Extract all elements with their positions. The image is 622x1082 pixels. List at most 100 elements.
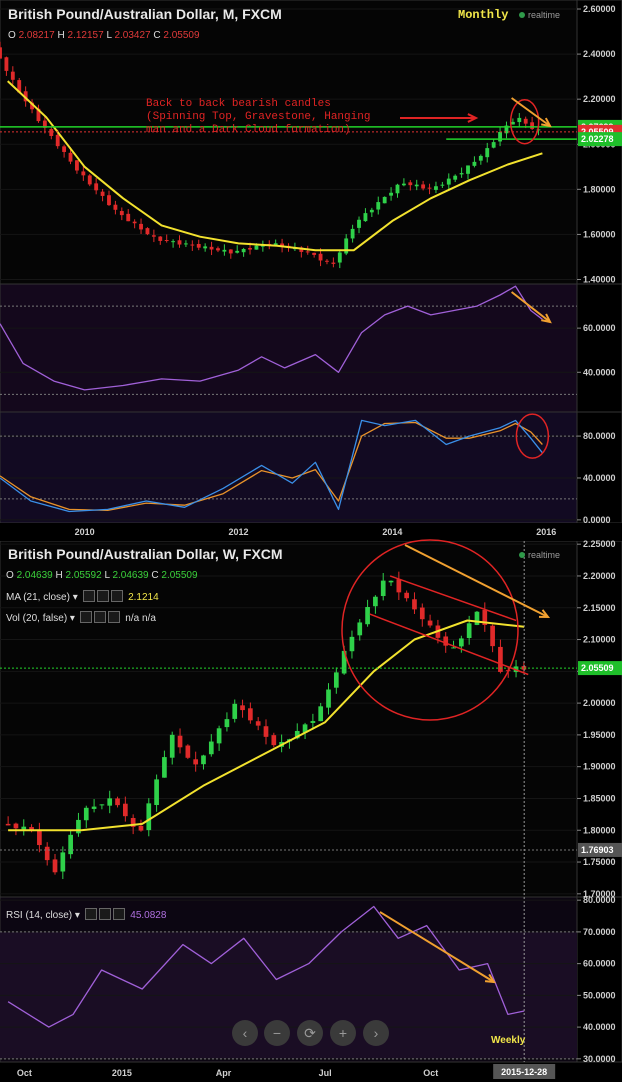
monthly-candle-body-76: [485, 148, 490, 158]
y-tick-label-3-10: 1.75000: [583, 857, 616, 867]
date-label-text: 2015-12-28: [501, 1067, 547, 1077]
monthly-chart-title[interactable]: British Pound/Australian Dollar, M, FXCM: [8, 6, 282, 22]
monthly-candle-body-38: [241, 249, 246, 253]
weekly-x-tick-label-3: Jul: [319, 1068, 332, 1078]
weekly-timeframe-tag: Weekly: [491, 1035, 526, 1046]
weekly-candle-body-47: [373, 596, 378, 607]
y-tick-label-3-8: 1.85000: [583, 793, 616, 803]
eye-icon[interactable]: [84, 908, 97, 920]
scroll-left-button[interactable]: ‹: [232, 1020, 258, 1046]
price-axis-background-4: [576, 896, 622, 1063]
weekly-candle-body-60: [474, 611, 480, 625]
weekly-candle-body-15: [122, 803, 128, 817]
y-tick-label-4-1: 70.0000: [583, 927, 616, 937]
monthly-candle-body-34: [216, 248, 220, 251]
weekly-candle-body-54: [427, 620, 433, 626]
monthly-candle-body-61: [389, 192, 394, 196]
monthly-candle-body-12: [75, 160, 79, 171]
y-tick-label-3-3: 2.10000: [583, 635, 616, 645]
vol-indicator-label[interactable]: Vol (20, false): [6, 613, 67, 624]
gear-icon[interactable]: [98, 908, 111, 920]
close-icon[interactable]: [112, 908, 125, 920]
scroll-right-button[interactable]: ›: [363, 1020, 389, 1046]
y-tick-label-3-9: 1.80000: [583, 825, 616, 835]
weekly-candle-body-2: [21, 826, 27, 830]
weekly-candle-body-39: [310, 721, 316, 723]
weekly-candle-body-59: [466, 623, 472, 639]
weekly-candle-body-23: [185, 745, 191, 758]
monthly-realtime-status: realtime: [519, 10, 560, 20]
monthly-candle-body-0: [0, 47, 2, 59]
y-tick-label-0-0: 2.60000: [583, 4, 616, 14]
monthly-candle-body-20: [126, 213, 131, 222]
weekly-candle-body-51: [404, 592, 409, 599]
y-tick-label-4-0: 80.0000: [583, 895, 616, 905]
panel-background-0: [0, 0, 578, 285]
weekly-candle-body-21: [169, 734, 175, 758]
weekly-candle-body-53: [419, 607, 425, 620]
weekly-candle-body-45: [357, 622, 363, 636]
y-tick-label-0-2: 2.20000: [583, 94, 616, 104]
y-tick-label-4-2: 60.0000: [583, 959, 616, 969]
gear-icon[interactable]: [96, 590, 109, 602]
close-icon[interactable]: [107, 611, 120, 623]
zoom-in-button[interactable]: +: [330, 1020, 356, 1046]
monthly-price-label-2: 2.02278: [581, 134, 614, 144]
monthly-candle-body-64: [408, 182, 413, 186]
panel-background-1: [0, 283, 578, 413]
eye-icon[interactable]: [82, 590, 95, 602]
weekly-candle-body-4: [37, 829, 42, 846]
y-tick-label-3-6: 1.95000: [583, 730, 616, 740]
monthly-candle-body-27: [171, 241, 176, 243]
weekly-candle-body-27: [216, 728, 222, 744]
rsi-indicator-label[interactable]: RSI (14, close): [6, 910, 72, 921]
monthly-candle-body-57: [363, 213, 368, 222]
y-tick-label-3-5: 2.00000: [583, 698, 616, 708]
weekly-candle-body-50: [396, 579, 402, 593]
monthly-candle-body-54: [344, 238, 349, 254]
monthly-candle-body-67: [427, 187, 432, 189]
monthly-candle-body-26: [164, 240, 169, 242]
monthly-candle-body-63: [401, 183, 406, 186]
monthly-candle-body-69: [440, 184, 445, 186]
vol-indicator-row[interactable]: Vol (20, false) ▾ n/a n/a: [6, 611, 156, 624]
weekly-candle-body-7: [60, 852, 66, 872]
y-tick-label-0-1: 2.40000: [583, 49, 616, 59]
monthly-candle-body-62: [395, 184, 400, 194]
y-tick-label-0-5: 1.60000: [583, 229, 616, 239]
ma-indicator-label[interactable]: MA (21, close): [6, 592, 70, 603]
weekly-candle-body-40: [318, 706, 324, 722]
monthly-candle-body-49: [312, 252, 317, 255]
zoom-out-button[interactable]: −: [264, 1020, 290, 1046]
weekly-candle-body-32: [255, 721, 261, 726]
monthly-candle-body-23: [145, 228, 150, 235]
monthly-candle-body-25: [158, 236, 163, 241]
y-tick-label-4-4: 40.0000: [583, 1022, 616, 1032]
weekly-candle-body-5: [44, 846, 50, 861]
ma-indicator-row[interactable]: MA (21, close) ▾ 2.1214: [6, 590, 159, 603]
monthly-candle-body-55: [350, 228, 355, 239]
rsi-indicator-row[interactable]: RSI (14, close) ▾ 45.0828: [6, 908, 166, 921]
rsi-indicator-value: 45.0828: [130, 910, 167, 921]
reset-chart-button[interactable]: ⟳: [297, 1020, 323, 1046]
weekly-candle-body-57: [451, 647, 456, 649]
monthly-candle-body-66: [421, 184, 426, 189]
monthly-candle-body-13: [81, 171, 86, 176]
close-icon[interactable]: [110, 590, 123, 602]
monthly-candle-body-83: [530, 122, 535, 129]
weekly-candle-body-34: [271, 735, 277, 746]
monthly-candle-body-39: [248, 247, 252, 250]
weekly-candle-body-10: [83, 807, 89, 821]
weekly-chart-title[interactable]: British Pound/Australian Dollar, W, FXCM: [8, 546, 283, 562]
weekly-candle-body-13: [107, 798, 113, 806]
monthly-candle-body-65: [414, 184, 419, 187]
monthly-x-tick-label-2: 2014: [382, 527, 402, 537]
eye-icon[interactable]: [79, 611, 92, 623]
gear-icon[interactable]: [93, 611, 106, 623]
weekly-candle-body-25: [201, 755, 206, 765]
monthly-candle-body-24: [151, 235, 156, 237]
monthly-x-tick-label-3: 2016: [536, 527, 556, 537]
weekly-candle-body-22: [177, 735, 183, 748]
weekly-candle-body-11: [91, 806, 97, 809]
monthly-candle-body-56: [357, 219, 361, 228]
